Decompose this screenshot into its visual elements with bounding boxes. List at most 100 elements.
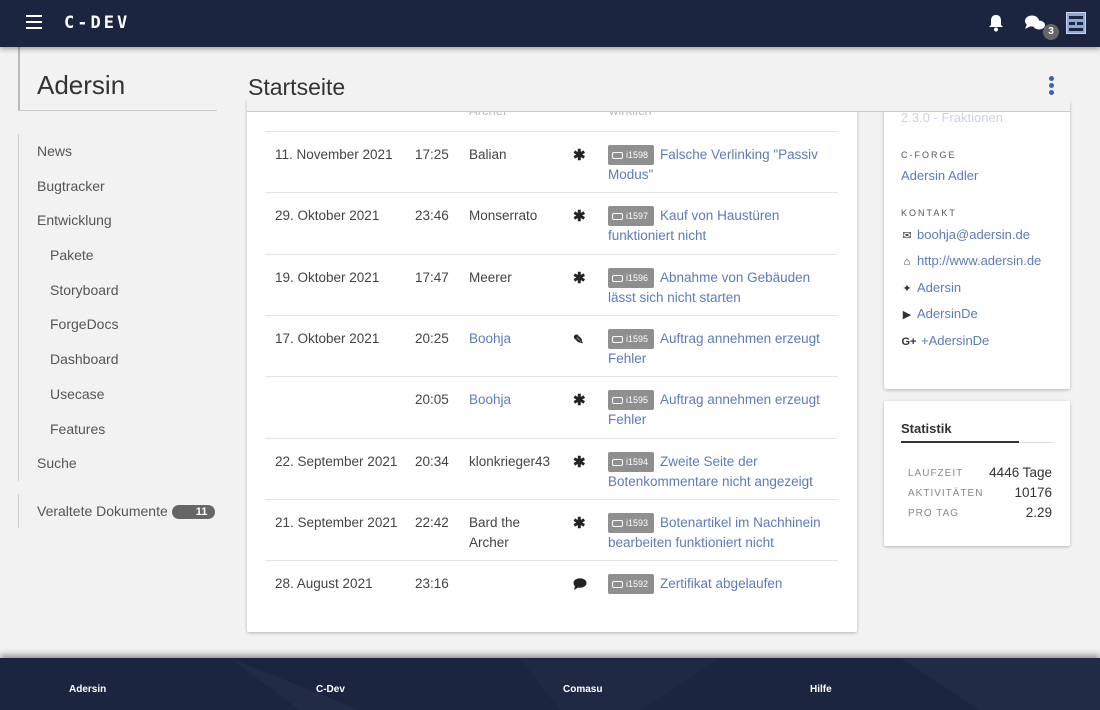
page-title: Startseite — [248, 74, 346, 100]
row-time: 20:34 — [415, 453, 449, 469]
asterisk-icon: ✱ — [573, 392, 586, 410]
comment-icon — [573, 578, 587, 591]
issue-tag: i1596 — [608, 267, 655, 288]
stat-value: 10176 — [1014, 485, 1052, 500]
inbox-icon — [612, 152, 623, 159]
row-date: 17. Oktober 2021 — [275, 330, 380, 346]
inbox-icon — [612, 274, 623, 282]
sidebar-item-usecase[interactable]: Usecase — [19, 377, 218, 412]
sidebar-item-pakete[interactable]: Pakete — [19, 238, 218, 273]
row-time: 20:25 — [415, 330, 449, 346]
stat-row: LAUFZEIT 4446 Tage — [901, 465, 1052, 485]
sidebar-item-outdated-docs[interactable]: Veraltete Dokumente 11 — [18, 494, 218, 528]
asterisk-icon: ✱ — [573, 453, 586, 471]
row-time: 23:46 — [415, 208, 449, 224]
row-issue-link[interactable]: i1597 Kauf von Haustüren funktioniert nic… — [608, 206, 830, 246]
app-logo[interactable]: C-DEV — [64, 13, 130, 33]
table-row: 19. Oktober 2021 17:47 Meerer ✱ i1596 Abn… — [265, 253, 838, 315]
row-issue-link[interactable]: i1593 Botenartikel im Nachhinein bearbeit… — [608, 512, 830, 553]
page-header: Startseite — [247, 62, 1070, 112]
footer-link-comasu[interactable]: Comasu — [563, 684, 602, 695]
footer-link-adersin[interactable]: Adersin — [69, 684, 106, 695]
sidebar-title: Adersin — [18, 47, 217, 111]
sidebar-item-storyboard[interactable]: Storyboard — [19, 273, 218, 308]
row-date: 21. September 2021 — [275, 514, 398, 530]
table-row: 20:05 Boohja ✱ i1595 Auftrag annehmen erz… — [265, 376, 838, 437]
row-issue-link[interactable]: i1595 Auftrag annehmen erzeugt Fehler — [608, 328, 830, 369]
gplus-link[interactable]: G+ +AdersinDe — [901, 333, 990, 348]
issue-tag: i1598 — [608, 145, 655, 165]
table-row: 29. Oktober 2021 23:46 Monserrato ✱ i159… — [265, 192, 838, 253]
youtube-link[interactable]: ▶ AdersinDe — [901, 306, 978, 321]
issue-tag: i1592 — [608, 574, 655, 595]
youtube-icon: ▶ — [902, 309, 912, 321]
asterisk-icon: ✱ — [573, 208, 586, 226]
footer-link-hilfe[interactable]: Hilfe — [810, 684, 832, 695]
asterisk-icon: ✱ — [573, 147, 586, 164]
row-date: 28. August 2021 — [275, 576, 373, 592]
inbox-icon — [612, 519, 623, 527]
website-link[interactable]: ⌂ http://www.adersin.de — [901, 253, 1042, 268]
inbox-icon — [612, 581, 623, 589]
table-row: 17. Oktober 2021 20:25 Boohja ✎ i1595 Auf… — [265, 314, 838, 376]
sidebar-item-bugtracker[interactable]: Bugtracker — [19, 169, 218, 204]
twitter-icon: ✦ — [902, 283, 912, 295]
stat-value: 2.29 — [1025, 505, 1052, 520]
row-user: Monserrato — [469, 208, 538, 224]
sidebar-item-forgedocs[interactable]: ForgeDocs — [19, 307, 218, 342]
sidebar-item-dashboard[interactable]: Dashboard — [19, 342, 218, 377]
inbox-icon — [612, 397, 623, 405]
row-time: 22:42 — [415, 514, 449, 530]
table-row: 21. September 2021 22:42 Bard the Archer… — [265, 498, 838, 560]
stat-row: AKTIVITÄTEN 10176 — [901, 485, 1052, 505]
footer-link-cdev[interactable]: C-Dev — [316, 684, 345, 695]
stats-title: Statistik — [901, 421, 1019, 443]
table-row: 28. August 2021 23:16 i1592 Zertifikat ab… — [265, 560, 838, 621]
version-text: 2.3.0 - Fraktionen — [901, 110, 1003, 125]
inbox-icon — [612, 213, 623, 221]
sidebar-item-entwicklung[interactable]: Entwicklung — [19, 203, 218, 238]
row-user-link[interactable]: Boohja — [469, 329, 569, 349]
row-time: 23:16 — [415, 576, 449, 592]
row-issue-link[interactable]: i1596 Abnahme von Gebäuden lässt sich nic… — [608, 267, 830, 308]
issue-tag: i1595 — [608, 390, 655, 411]
bell-icon[interactable] — [987, 14, 1005, 32]
issue-tag: i1594 — [608, 451, 655, 472]
issue-tag: i1595 — [608, 328, 655, 349]
email-link[interactable]: ✉ boohja@adersin.de — [901, 227, 1030, 242]
gplus-icon: G+ — [901, 336, 917, 348]
cforge-label: C-FORGE — [901, 150, 957, 160]
sidebar-item-news[interactable]: News — [19, 134, 218, 169]
row-time: 17:25 — [415, 147, 449, 162]
more-options-icon[interactable] — [1049, 76, 1055, 96]
footer: Adersin C-Dev Comasu Hilfe — [0, 658, 1100, 710]
inbox-icon — [612, 458, 623, 466]
menu-icon[interactable] — [26, 15, 42, 29]
row-issue-link[interactable]: i1595 Auftrag annehmen erzeugt Fehler — [608, 390, 830, 430]
row-date: 29. Oktober 2021 — [275, 208, 380, 224]
row-date: 22. September 2021 — [275, 453, 398, 469]
row-issue-link[interactable]: i1598 Falsche Verlinking "Passiv Modus" — [608, 145, 830, 185]
activity-card: 11. November 2021 17:25 Balian ✱ i1598 Fa… — [247, 100, 857, 632]
cforge-link[interactable]: Adersin Adler — [901, 168, 978, 183]
issue-tag: i1597 — [608, 206, 655, 227]
table-row: 11. November 2021 17:25 Balian ✱ i1598 Fa… — [265, 131, 838, 192]
sidebar-item-suche[interactable]: Suche — [19, 446, 218, 481]
outdated-docs-count: 11 — [171, 505, 216, 519]
row-issue-link[interactable]: i1592 Zertifikat abgelaufen — [608, 574, 830, 595]
row-issue-link[interactable]: i1594 Zweite Seite der Botenkommentare ni… — [608, 451, 830, 492]
row-user: Bard the Archer — [469, 514, 521, 550]
top-navbar: C-DEV 3 — [0, 0, 1100, 47]
avatar[interactable] — [1066, 12, 1086, 34]
stats-widget: Statistik LAUFZEIT 4446 Tage AKTIVITÄTEN… — [884, 401, 1070, 546]
sidebar-item-features[interactable]: Features — [19, 412, 218, 447]
contact-label: KONTAKT — [901, 208, 957, 218]
twitter-link[interactable]: ✦ Adersin — [901, 280, 961, 295]
row-user: Balian — [469, 147, 507, 162]
stat-key: LAUFZEIT — [908, 468, 964, 479]
stat-key: AKTIVITÄTEN — [908, 488, 984, 499]
stat-value: 4446 Tage — [989, 465, 1052, 480]
sidebar-nav: News Bugtracker Entwicklung Pakete Story… — [18, 134, 218, 481]
stat-row: PRO TAG 2.29 — [901, 505, 1052, 525]
row-user-link[interactable]: Boohja — [469, 390, 569, 410]
